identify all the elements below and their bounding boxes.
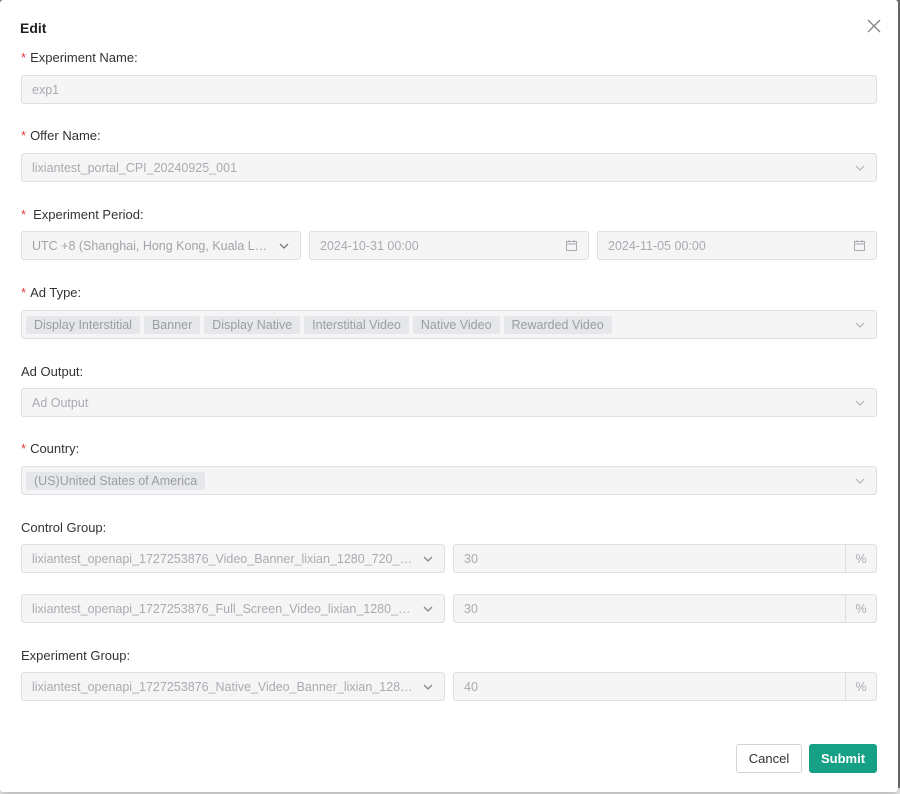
ad-type-tag: Native Video (412, 315, 500, 334)
country-multiselect[interactable]: (US)United States of America (21, 466, 877, 495)
chevron-down-icon (855, 478, 865, 484)
control-group-percent-input[interactable]: 30 % (453, 594, 877, 623)
experiment-group-percent-input[interactable]: 40 % (453, 672, 877, 701)
required-mark: * (21, 441, 27, 456)
ad-output-label: Ad Output: (21, 364, 84, 379)
control-group-creative-select[interactable]: lixiantest_openapi_1727253876_Full_Scree… (21, 594, 445, 623)
close-button[interactable] (864, 16, 884, 36)
submit-button[interactable]: Submit (809, 744, 877, 773)
close-icon (864, 16, 884, 36)
experiment-name-input[interactable]: exp1 (21, 75, 877, 104)
calendar-icon (854, 240, 865, 251)
experiment-group-label: Experiment Group: (21, 648, 131, 663)
chevron-down-icon (423, 606, 433, 612)
country-tag: (US)United States of America (26, 471, 206, 490)
offer-name-label: * Offer Name: (21, 128, 101, 143)
required-mark: * (21, 285, 27, 300)
chevron-down-icon (423, 556, 433, 562)
ad-type-tags: Display Interstitial Banner Display Nati… (26, 315, 848, 334)
chevron-down-icon (855, 322, 865, 328)
start-date-input[interactable]: 2024-10-31 00:00 (309, 231, 589, 260)
edit-dialog: Edit * Experiment Name: exp1 * Offer Name:… (0, 0, 898, 792)
chevron-down-icon (855, 165, 865, 171)
ad-type-tag: Interstitial Video (304, 315, 409, 334)
chevron-down-icon (279, 243, 289, 249)
control-group-percent-input[interactable]: 30 % (453, 544, 877, 573)
timezone-select[interactable]: UTC +8 (Shanghai, Hong Kong, Kuala Lum..… (21, 231, 301, 260)
percent-unit: % (845, 673, 876, 700)
dialog-title: Edit (20, 20, 47, 36)
required-mark: * (21, 128, 27, 143)
country-label: * Country: (21, 441, 80, 456)
cancel-button[interactable]: Cancel (736, 744, 802, 773)
offer-name-select[interactable]: lixiantest_portal_CPI_20240925_001 (21, 153, 877, 182)
ad-type-tag: Banner (143, 315, 201, 334)
ad-type-tag: Rewarded Video (503, 315, 612, 334)
experiment-period-label: * Experiment Period: (21, 207, 144, 222)
ad-type-multiselect[interactable]: Display Interstitial Banner Display Nati… (21, 310, 877, 339)
ad-output-select[interactable]: Ad Output (21, 388, 877, 417)
country-tags: (US)United States of America (26, 471, 848, 490)
chevron-down-icon (423, 684, 433, 690)
control-group-creative-select[interactable]: lixiantest_openapi_1727253876_Video_Bann… (21, 544, 445, 573)
calendar-icon (566, 240, 577, 251)
end-date-input[interactable]: 2024-11-05 00:00 (597, 231, 877, 260)
ad-type-tag: Display Interstitial (26, 315, 140, 334)
ad-type-label: * Ad Type: (21, 285, 82, 300)
experiment-group-creative-select[interactable]: lixiantest_openapi_1727253876_Native_Vid… (21, 672, 445, 701)
control-group-label: Control Group: (21, 520, 107, 535)
required-mark: * (21, 50, 27, 65)
chevron-down-icon (855, 400, 865, 406)
required-mark: * (21, 207, 27, 222)
percent-unit: % (845, 545, 876, 572)
percent-unit: % (845, 595, 876, 622)
ad-type-tag: Display Native (204, 315, 301, 334)
experiment-name-label: * Experiment Name: (21, 50, 138, 65)
